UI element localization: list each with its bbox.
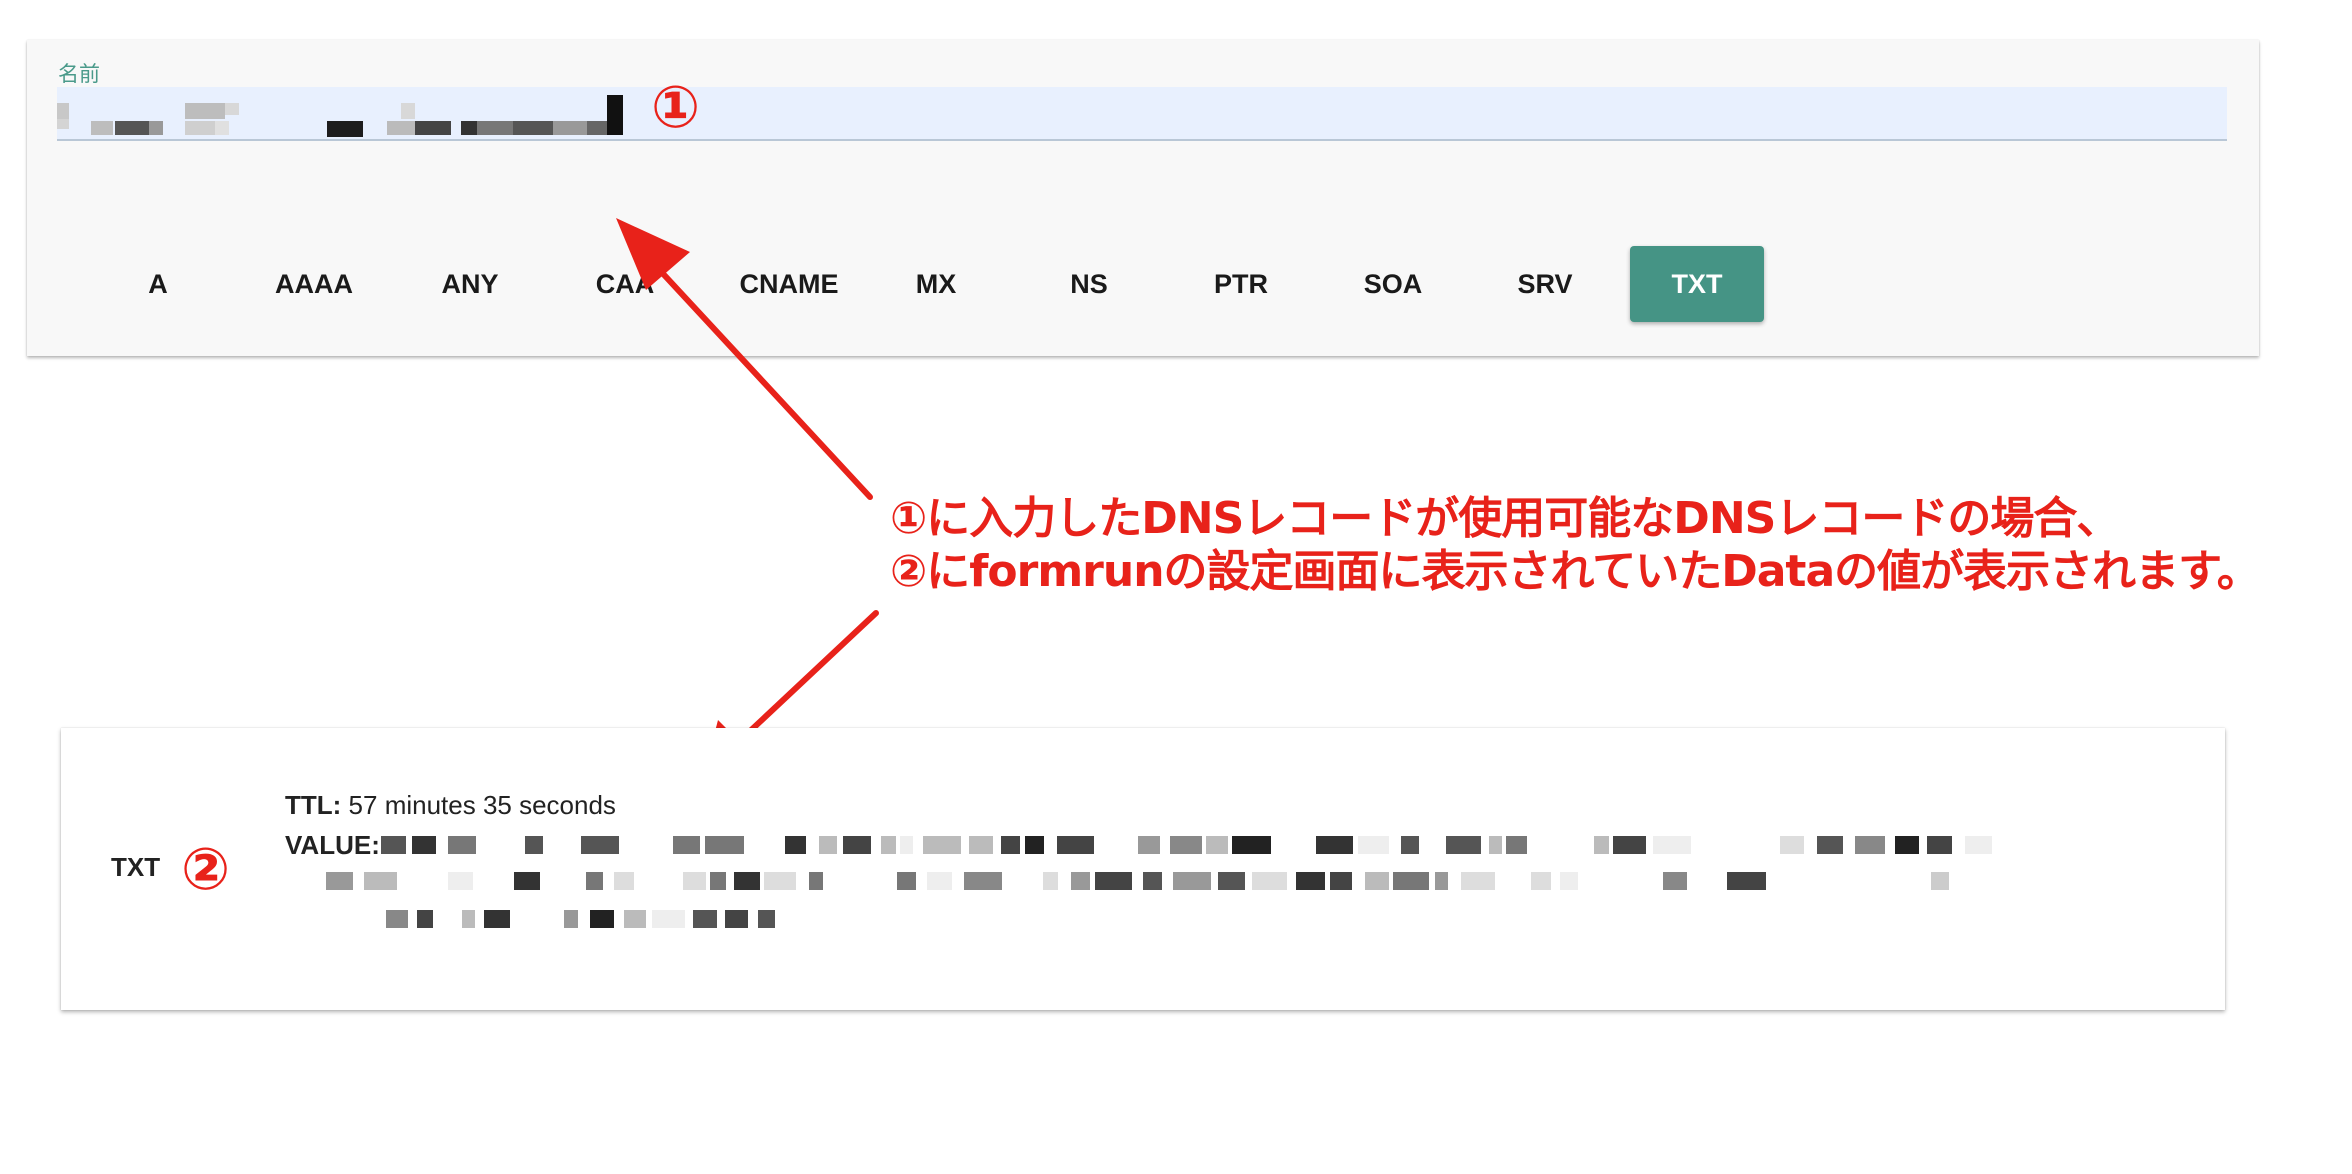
record-type-tabs: A AAAA ANY CAA CNAME MX NS PTR SOA SRV T… [27,246,2259,324]
name-field-label: 名前 [58,63,100,86]
ttl-line: TTL: 57 minutes 35 seconds [285,790,616,821]
name-input[interactable] [57,87,2227,141]
result-record-type: TXT [111,852,161,882]
tab-ptr[interactable]: PTR [1174,246,1308,322]
dns-result-card: TXT ② TTL: 57 minutes 35 seconds VALUE: [61,728,2225,1010]
ttl-value: 57 minutes 35 seconds [348,790,616,820]
tab-mx[interactable]: MX [869,246,1003,322]
value-line: VALUE: [285,830,380,861]
value-label: VALUE: [285,830,380,860]
tab-ns[interactable]: NS [1022,246,1156,322]
tab-cname[interactable]: CNAME [699,246,879,322]
tab-txt[interactable]: TXT [1630,246,1764,322]
marker-2: ② [181,835,231,903]
tab-a[interactable]: A [91,246,225,322]
tab-srv[interactable]: SRV [1478,246,1612,322]
tab-any[interactable]: ANY [403,246,537,322]
tab-caa[interactable]: CAA [558,246,692,322]
annotation-text: ①に入力したDNSレコードが使用可能なDNSレコードの場合、 ②にformrun… [890,492,2340,598]
tab-soa[interactable]: SOA [1326,246,1460,322]
annotation-line-2: ②にformrunの設定画面に表示されていたDataの値が表示されます。 [890,546,2261,597]
tab-aaaa[interactable]: AAAA [247,246,381,322]
marker-1: ① [651,73,701,141]
annotation-line-1: ①に入力したDNSレコードが使用可能なDNSレコードの場合、 [890,493,2120,544]
dns-search-card: 名前 ① A AAAA ANY CAA CNAME MX NS PTR SOA … [27,40,2259,356]
ttl-label: TTL: [285,790,342,820]
